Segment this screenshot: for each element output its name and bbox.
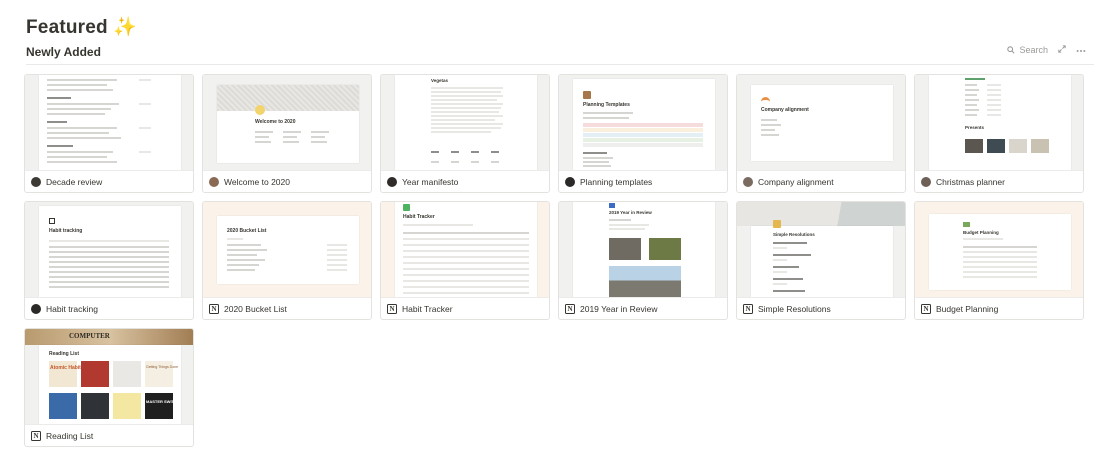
gallery-card-company-alignment[interactable]: Company alignment Company alignment	[736, 74, 906, 193]
gallery-card-reading-list[interactable]: COMPUTER Reading List Atomic Habits Gett…	[24, 328, 194, 447]
more-options-icon[interactable]	[1076, 45, 1086, 55]
card-title: Reading List	[46, 431, 94, 441]
section-title: Newly Added	[26, 45, 101, 59]
gallery-card-year-manifesto[interactable]: Vegetas Year manifesto	[380, 74, 550, 193]
section-divider	[26, 64, 1094, 65]
card-title: Habit tracking	[46, 304, 98, 314]
preview-title: Planning Templates	[583, 102, 630, 108]
preview-title: Budget Planning	[963, 230, 999, 235]
card-title: Welcome to 2020	[224, 177, 290, 187]
notion-logo-icon: N	[565, 304, 575, 314]
notion-logo-icon: N	[387, 304, 397, 314]
avatar-icon	[743, 177, 753, 187]
page-title: Featured ✨	[26, 17, 138, 38]
avatar-icon	[209, 177, 219, 187]
card-preview: Budget Planning	[915, 202, 1083, 298]
preview-title: Habit tracking	[49, 228, 83, 234]
gallery-card-planning-templates[interactable]: Planning Templates Planning templates	[558, 74, 728, 193]
banner-text: COMPUTER	[69, 332, 110, 340]
avatar-icon	[31, 177, 41, 187]
book-title: Getting Things Done	[146, 365, 179, 369]
card-preview: Simple Resolutions	[737, 202, 905, 298]
gallery-card-welcome-to-2020[interactable]: Welcome to 2020 Welcome to 2020	[202, 74, 372, 193]
gallery-grid: Decade review Welcome to 2020 Welcome to…	[24, 74, 1084, 447]
avatar-icon	[921, 177, 931, 187]
notion-logo-icon: N	[209, 304, 219, 314]
expand-icon[interactable]	[1058, 45, 1066, 55]
card-preview: Habit Tracker	[381, 202, 549, 298]
preview-title: Simple Resolutions	[773, 232, 815, 237]
avatar-icon	[31, 304, 41, 314]
search-icon	[1007, 46, 1016, 54]
card-preview	[25, 75, 193, 171]
card-preview: 2020 Bucket List	[203, 202, 371, 298]
preview-title: Reading List	[49, 351, 80, 357]
notion-logo-icon: N	[31, 431, 41, 441]
card-title: Company alignment	[758, 177, 834, 187]
preview-title: 2020 Bucket List	[227, 228, 267, 234]
book-title: MASTER SWITCH	[146, 399, 180, 404]
preview-title: 2019 Year in Review	[609, 210, 652, 215]
book-title: Atomic Habits	[50, 365, 84, 371]
preview-title: Vegetas	[431, 78, 449, 83]
gallery-card-2019-year-in-review[interactable]: 2019 Year in Review N 2019 Year in Revie…	[558, 201, 728, 320]
card-preview: Vegetas	[381, 75, 549, 171]
preview-title: Welcome to 2020	[255, 119, 296, 125]
card-preview: Presents	[915, 75, 1083, 171]
preview-title: Company alignment	[761, 107, 809, 113]
card-title: 2019 Year in Review	[580, 304, 658, 314]
gallery-card-christmas-planner[interactable]: Presents Christmas planner	[914, 74, 1084, 193]
preview-title: Habit Tracker	[403, 214, 435, 220]
card-preview: Habit tracking	[25, 202, 193, 298]
gallery-card-decade-review[interactable]: Decade review	[24, 74, 194, 193]
card-title: Year manifesto	[402, 177, 459, 187]
card-preview: COMPUTER Reading List Atomic Habits Gett…	[25, 329, 193, 425]
avatar-icon	[387, 177, 397, 187]
gallery-card-budget-planning[interactable]: Budget Planning N Budget Planning	[914, 201, 1084, 320]
gallery-card-habit-tracking[interactable]: Habit tracking Habit tracking	[24, 201, 194, 320]
notion-logo-icon: N	[921, 304, 931, 314]
card-title: Christmas planner	[936, 177, 1005, 187]
card-title: Decade review	[46, 177, 103, 187]
gallery-card-simple-resolutions[interactable]: Simple Resolutions N Simple Resolutions	[736, 201, 906, 320]
search-button[interactable]: Search	[1007, 45, 1048, 55]
gallery-card-habit-tracker[interactable]: Habit Tracker N Habit Tracker	[380, 201, 550, 320]
gallery-toolbar: Search	[1007, 45, 1086, 55]
card-title: Budget Planning	[936, 304, 999, 314]
card-preview: Planning Templates	[559, 75, 727, 171]
card-preview: Welcome to 2020	[203, 75, 371, 171]
card-title: Habit Tracker	[402, 304, 453, 314]
search-label: Search	[1019, 45, 1048, 55]
card-title: 2020 Bucket List	[224, 304, 287, 314]
sparkles-icon: ✨	[113, 17, 138, 38]
card-preview: 2019 Year in Review	[559, 202, 727, 298]
card-title: Planning templates	[580, 177, 653, 187]
preview-title: Presents	[965, 125, 985, 130]
card-preview: Company alignment	[737, 75, 905, 171]
notion-logo-icon: N	[743, 304, 753, 314]
card-title: Simple Resolutions	[758, 304, 831, 314]
gallery-card-2020-bucket-list[interactable]: 2020 Bucket List N 2020 Bucket List	[202, 201, 372, 320]
avatar-icon	[565, 177, 575, 187]
